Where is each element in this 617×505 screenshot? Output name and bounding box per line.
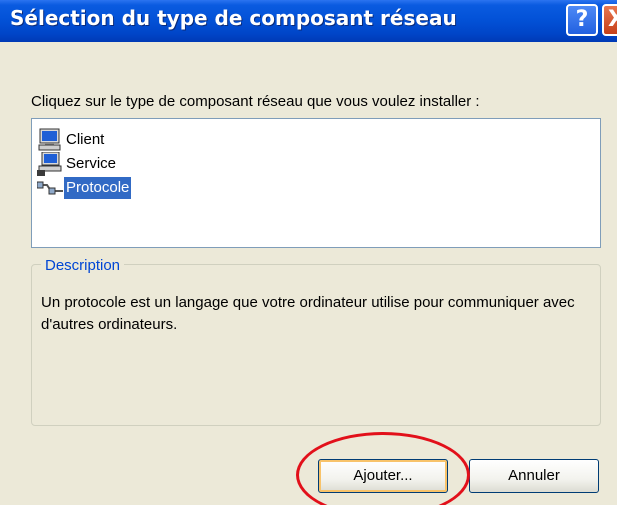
list-item-protocole[interactable]: Protocole xyxy=(36,176,132,200)
protocol-cable-icon xyxy=(36,176,63,200)
component-type-list[interactable]: Client Service Protocole xyxy=(31,118,601,248)
help-button[interactable]: ? xyxy=(566,4,598,36)
service-computer-icon xyxy=(37,151,63,176)
list-item-label: Protocole xyxy=(64,177,132,199)
add-button[interactable]: Ajouter... xyxy=(318,459,448,493)
client-computer-icon xyxy=(37,128,63,152)
description-legend: Description xyxy=(41,257,125,274)
list-item-service[interactable]: Service xyxy=(37,151,118,176)
cancel-button[interactable]: Annuler xyxy=(469,459,599,493)
description-text: Un protocole est un langage que votre or… xyxy=(41,294,575,333)
description-group xyxy=(31,264,601,426)
instruction-text: Cliquez sur le type de composant réseau … xyxy=(31,93,480,110)
network-component-dialog: Sélection du type de composant réseau ? … xyxy=(0,0,617,505)
list-item-client[interactable]: Client xyxy=(37,128,106,152)
dialog-title: Sélection du type de composant réseau xyxy=(10,6,457,30)
list-item-label: Client xyxy=(66,131,105,148)
close-button[interactable]: X xyxy=(602,4,617,36)
title-bar[interactable]: Sélection du type de composant réseau ? … xyxy=(0,0,617,42)
list-item-label: Service xyxy=(66,155,117,172)
